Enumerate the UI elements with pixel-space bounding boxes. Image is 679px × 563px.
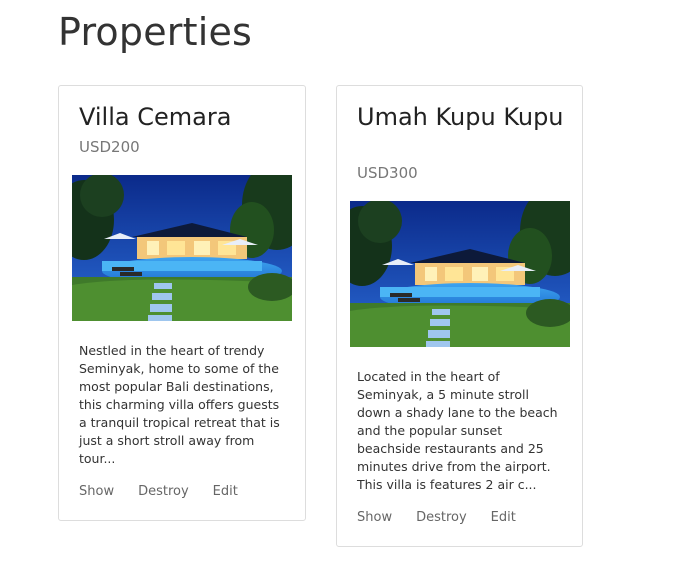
property-price: USD200 [79, 138, 140, 156]
property-actions: Show Destroy Edit [357, 510, 516, 525]
page-title: Properties [58, 10, 253, 54]
property-description: Nestled in the heart of trendy Seminyak,… [79, 343, 280, 466]
villa-photo-image [350, 201, 570, 347]
property-photo [72, 175, 292, 321]
property-price: USD300 [357, 164, 418, 182]
destroy-link[interactable]: Destroy [416, 510, 467, 525]
property-description: Located in the heart of Seminyak, a 5 mi… [357, 369, 558, 492]
edit-link[interactable]: Edit [213, 484, 238, 499]
property-card: Villa Cemara USD200 Nestled in the heart… [58, 85, 306, 521]
edit-link[interactable]: Edit [491, 510, 516, 525]
villa-photo-image [72, 175, 292, 321]
property-card: Umah Kupu Kupu USD300 Located in the hea… [336, 85, 583, 547]
show-link[interactable]: Show [357, 510, 392, 525]
destroy-link[interactable]: Destroy [138, 484, 189, 499]
property-name: Umah Kupu Kupu [357, 103, 564, 131]
show-link[interactable]: Show [79, 484, 114, 499]
property-photo [350, 201, 570, 347]
property-actions: Show Destroy Edit [79, 484, 238, 499]
property-name: Villa Cemara [79, 103, 232, 131]
